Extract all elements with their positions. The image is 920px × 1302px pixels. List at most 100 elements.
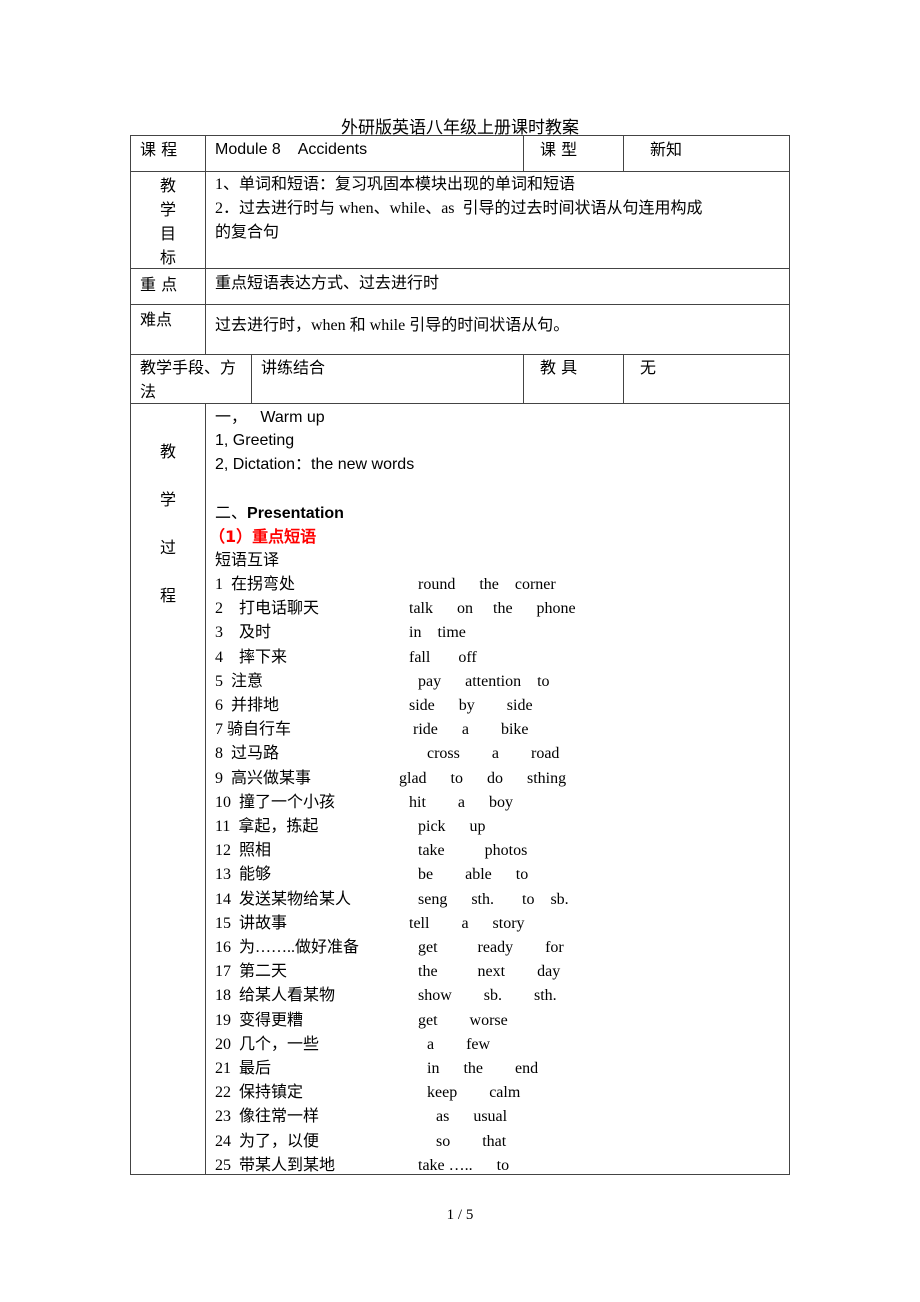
phrase-english: glad to do sthing [399,769,567,787]
difficulties-label: 难点 [140,310,173,329]
section-title: Warm up [260,409,325,426]
objectives-label-char: 学 [159,200,176,219]
phrase-chinese: 11 拿起，拣起 [215,818,319,835]
phrase-english: keep calm [427,1084,521,1102]
phrase-english: pay attention to [418,672,550,690]
phrase-chinese: 13 能够 [215,866,272,884]
process-label-char: 程 [159,586,176,605]
course-value: Module 8 Accidents [215,141,368,158]
phrase-chinese: 14 发送某物给某人 [215,890,352,908]
key-points-label: 重 点 [140,275,178,294]
exercise-title: 短语互译 [215,552,280,569]
phrase-chinese: 25 带某人到某地 [215,1156,336,1174]
phrase-chinese: 8 过马路 [215,745,280,763]
section-title: Presentation [247,505,344,522]
phrase-chinese: 1 在拐弯处 [215,576,296,593]
phrase-english: take ….. to [418,1156,510,1174]
phrase-chinese: 17 第二天 [215,963,288,981]
phrase-english: hit a boy [409,793,513,811]
col-divider [205,403,206,1175]
phrase-chinese: 15 讲故事 [215,914,288,932]
phrase-english: so that [436,1132,507,1150]
phrase-chinese: 10 撞了一个小孩 [215,793,336,811]
tools-label: 教 具 [540,358,578,377]
col-divider [523,354,524,403]
phrase-english: side by side [409,697,533,714]
row-divider [131,304,789,305]
phrase-chinese: 19 变得更糟 [215,1011,304,1029]
row-divider [131,403,789,404]
col-divider [205,136,206,354]
phrase-english: ride a bike [413,721,529,739]
course-label: 课 程 [140,140,178,159]
phrase-chinese: 3 及时 [215,624,272,642]
objective-line-3: 的复合句 [215,224,280,241]
phrase-chinese: 16 为……..做好准备 [215,939,360,956]
section-warm-up-heading: 一， Warm up [215,405,325,430]
methods-label-line-1: 教学手段、方 [140,358,237,377]
objectives-label-char: 标 [159,248,176,267]
step-greeting: 1, Greeting [215,432,295,449]
objectives-label: 教 学 目 标 [133,174,203,270]
objective-line-2: 2．过去进行时与 when、while、as 引导的过去时间状语从句连用构成 [215,200,703,217]
phrase-chinese: 24 为了，以便 [215,1132,320,1150]
key-phrases-heading: （1）重点短语 [209,527,317,546]
col-divider [623,136,624,171]
phrase-english: talk on the phone [409,600,576,618]
phrase-english: in the end [427,1060,539,1077]
col-divider [251,354,252,403]
phrase-chinese: 21 最后 [215,1060,272,1077]
phrase-english: as usual [436,1108,508,1126]
phrase-chinese: 2 打电话聊天 [215,600,320,618]
phrase-english: get ready for [418,939,564,956]
phrase-english: tell a story [409,914,525,932]
phrase-chinese: 5 注意 [215,672,264,690]
phrase-chinese: 4 摔下来 [215,648,288,666]
phrase-chinese: 22 保持镇定 [215,1084,304,1102]
phrase-english: fall off [409,648,477,666]
page-number: 1 / 5 [446,1207,474,1223]
key-points-value: 重点短语表达方式、过去进行时 [215,275,440,292]
row-divider [131,268,789,269]
methods-label-line-2: 法 [140,382,157,401]
objective-line-1: 1、单词和短语：复习巩固本模块出现的单词和短语 [215,176,576,193]
phrase-english: the next day [418,963,561,981]
phrase-english: get worse [418,1011,508,1029]
phrase-english: be able to [418,866,529,884]
phrase-chinese: 18 给某人看某物 [215,987,336,1005]
phrase-english: cross a road [427,745,560,763]
objectives-label-char: 目 [159,224,176,243]
objectives-label-char: 教 [159,176,176,195]
lesson-plan-table: 课 程 Module 8 Accidents 课 型 新知 教 学 目 标 1、… [130,135,790,1175]
phrase-english: take photos [418,842,528,860]
tools-value: 无 [640,358,657,377]
phrase-chinese: 7 骑自行车 [215,721,292,739]
type-value: 新知 [650,140,683,159]
process-label-char: 过 [159,538,176,557]
col-divider [523,136,524,171]
phrase-english: round the corner [418,576,556,593]
phrase-chinese: 6 并排地 [215,697,280,714]
phrase-english: in time [409,624,466,642]
phrase-english: pick up [418,818,486,835]
phrase-english: seng sth. to sb. [418,890,569,908]
process-label: 教 学 过 程 [133,428,203,620]
difficulties-value: 过去进行时，when 和 while 引导的时间状语从句。 [215,317,570,334]
step-dictation: 2, Dictation：the new words [215,456,415,473]
process-label-char: 教 [159,442,176,461]
process-label-char: 学 [159,490,176,509]
section-number: 二、 [215,503,248,522]
methods-value: 讲练结合 [261,358,326,377]
row-divider [131,171,789,172]
phrase-chinese: 12 照相 [215,842,272,860]
phrase-chinese: 9 高兴做某事 [215,769,312,787]
phrase-english: show sb. sth. [418,987,557,1005]
section-presentation-heading: 二、Presentation [215,501,344,526]
col-divider [623,354,624,403]
phrase-chinese: 20 几个，一些 [215,1035,320,1053]
type-label: 课 型 [540,140,578,159]
phrase-english: a few [427,1035,491,1053]
phrase-chinese: 23 像往常一样 [215,1108,320,1126]
section-number: 一， [215,407,248,426]
row-divider [131,354,789,355]
